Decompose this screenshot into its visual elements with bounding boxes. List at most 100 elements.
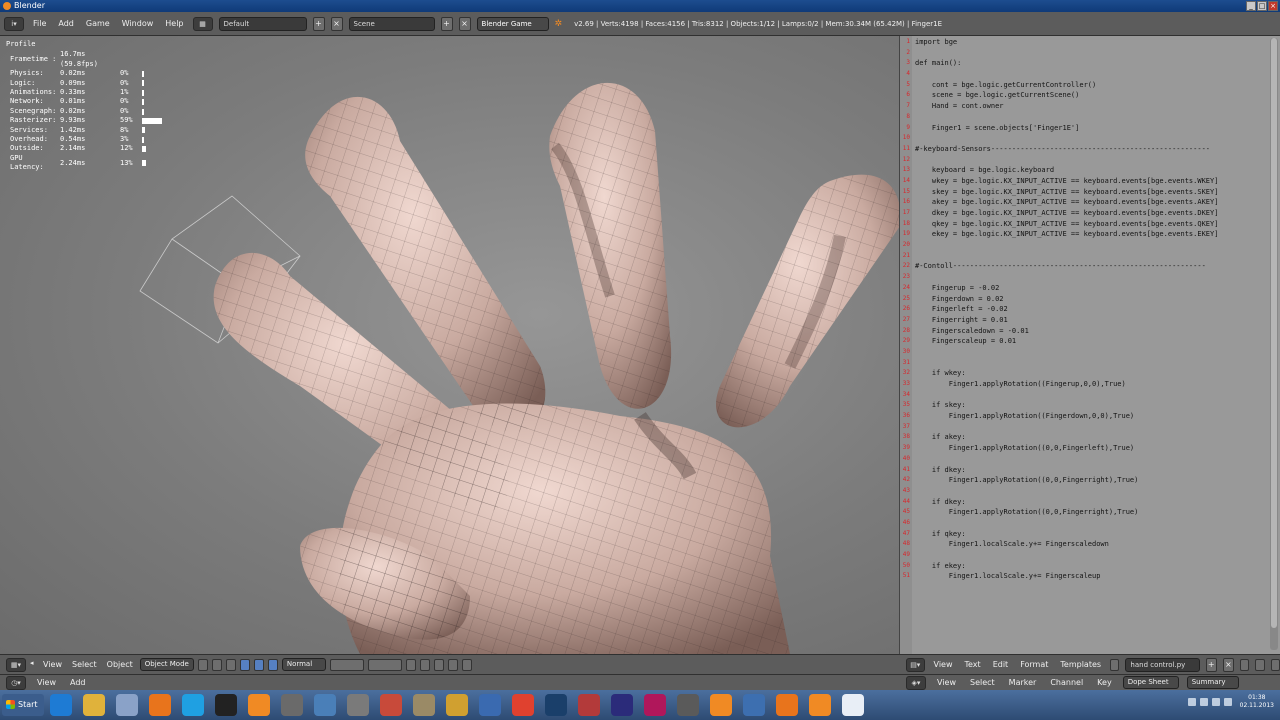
code-line[interactable]: 20 (900, 240, 1268, 251)
code-line[interactable]: 38 if akey: (900, 432, 1268, 443)
menu-file[interactable]: File (30, 19, 49, 28)
manipulator-toggle-icon[interactable] (225, 658, 236, 671)
add-scene-button[interactable]: + (440, 16, 453, 31)
code-text[interactable]: qkey = bge.logic.KX_INPUT_ACTIVE == keyb… (911, 219, 1219, 230)
dopesheet-menu-marker[interactable]: Marker (1006, 678, 1040, 687)
code-text[interactable]: Fingerscaleup = 0.01 (911, 336, 1016, 347)
editor-type-dopesheet-button[interactable]: ◈▾ (906, 675, 926, 690)
code-text[interactable]: if ekey: (911, 561, 966, 572)
dopesheet-mode-select[interactable]: Dope Sheet (1122, 676, 1179, 689)
screen-layout-field[interactable]: Default (218, 16, 307, 31)
viewport-menu-object[interactable]: Object (104, 660, 136, 669)
timeline-menu-add[interactable]: Add (67, 678, 89, 687)
code-line[interactable]: 1 import bge (900, 37, 1268, 48)
code-text[interactable]: Finger1.applyRotation((0,0,Fingerright),… (911, 507, 1139, 518)
code-text[interactable] (911, 69, 915, 80)
scene-field[interactable]: Scene (348, 16, 435, 31)
code-line[interactable]: 18 qkey = bge.logic.KX_INPUT_ACTIVE == k… (900, 219, 1268, 230)
code-text[interactable]: Fingerdown = 0.02 (911, 294, 1004, 305)
code-line[interactable]: 8 (900, 112, 1268, 123)
render-engine-select[interactable]: Blender Game (476, 16, 549, 31)
code-line[interactable]: 47 if qkey: (900, 529, 1268, 540)
code-line[interactable]: 15 skey = bge.logic.KX_INPUT_ACTIVE == k… (900, 187, 1268, 198)
media-icon[interactable] (115, 694, 138, 716)
code-line[interactable]: 36 Finger1.applyRotation((Fingerdown,0,0… (900, 411, 1268, 422)
rotate-manipulator-icon[interactable] (253, 658, 264, 671)
code-line[interactable]: 48 Finger1.localScale.y+= Fingerscaledow… (900, 539, 1268, 550)
code-line[interactable]: 44 if dkey: (900, 497, 1268, 508)
text-scrollbar-thumb[interactable] (1271, 38, 1277, 628)
menu-toggle-icon[interactable]: ◂ (30, 659, 36, 671)
code-text[interactable]: skey = bge.logic.KX_INPUT_ACTIVE == keyb… (911, 187, 1219, 198)
pivot-point-icon[interactable] (211, 658, 222, 671)
code-line[interactable]: 43 (900, 486, 1268, 497)
text-scrollbar[interactable] (1270, 38, 1278, 650)
text-editor[interactable]: 1 import bge 2 3 def main(): 4 5 cont = bge.lo… (900, 36, 1280, 654)
code-text[interactable]: if dkey: (911, 465, 966, 476)
code-text[interactable] (911, 347, 915, 358)
timeline-menu-view[interactable]: View (34, 678, 59, 687)
code-line[interactable]: 25 Fingerdown = 0.02 (900, 294, 1268, 305)
folder-icon[interactable] (82, 694, 105, 716)
code-line[interactable]: 34 (900, 390, 1268, 401)
code-line[interactable]: 27 Fingerright = 0.01 (900, 315, 1268, 326)
code-line[interactable]: 7 Hand = cont.owner (900, 101, 1268, 112)
code-text[interactable]: akey = bge.logic.KX_INPUT_ACTIVE == keyb… (911, 197, 1219, 208)
code-line[interactable]: 23 (900, 272, 1268, 283)
vlc-icon[interactable] (247, 694, 270, 716)
code-line[interactable]: 26 Fingerleft = -0.02 (900, 304, 1268, 315)
code-line[interactable]: 17 dkey = bge.logic.KX_INPUT_ACTIVE == k… (900, 208, 1268, 219)
code-text[interactable]: if dkey: (911, 497, 966, 508)
code-text[interactable]: cont = bge.logic.getCurrentController() (911, 80, 1096, 91)
code-text[interactable]: Fingerscaledown = -0.01 (911, 326, 1029, 337)
viewport-menu-select[interactable]: Select (69, 660, 100, 669)
code-line[interactable]: 28 Fingerscaledown = -0.01 (900, 326, 1268, 337)
code-text[interactable]: Finger1.applyRotation((0,0,Fingerleft),T… (911, 443, 1134, 454)
code-text[interactable] (911, 240, 915, 251)
code-text[interactable]: if skey: (911, 400, 966, 411)
code-line[interactable]: 10 (900, 133, 1268, 144)
layer-buttons-group-2[interactable] (367, 658, 402, 671)
text-menu-view[interactable]: View (931, 660, 956, 669)
editor-type-3d-button[interactable]: ▦▾ (6, 657, 26, 672)
syntax-highlight-toggle-icon[interactable] (1270, 658, 1280, 671)
code-text[interactable] (911, 518, 915, 529)
object-mode-select[interactable]: Object Mode (139, 658, 194, 671)
code-line[interactable]: 3 def main(): (900, 58, 1268, 69)
tools-icon[interactable] (346, 694, 369, 716)
code-line[interactable]: 14 wkey = bge.logic.KX_INPUT_ACTIVE == k… (900, 176, 1268, 187)
headphones-icon[interactable] (214, 694, 237, 716)
code-text[interactable]: keyboard = bge.logic.keyboard (911, 165, 1054, 176)
code-text[interactable] (911, 155, 915, 166)
code-text[interactable]: ekey = bge.logic.KX_INPUT_ACTIVE == keyb… (911, 229, 1219, 240)
code-text[interactable]: Finger1.localScale.y+= Fingerscaledown (911, 539, 1109, 550)
code-line[interactable]: 5 cont = bge.logic.getCurrentController(… (900, 80, 1268, 91)
usb-icon[interactable] (676, 694, 699, 716)
proportional-edit-icon[interactable] (419, 658, 430, 671)
code-line[interactable]: 22 #-Contoll-----------------------------… (900, 261, 1268, 272)
code-text[interactable]: Fingerup = -0.02 (911, 283, 999, 294)
code-text[interactable]: Finger1.applyRotation((Fingerup,0,0),Tru… (911, 379, 1126, 390)
scale-manipulator-icon[interactable] (267, 658, 278, 671)
code-text[interactable] (911, 454, 915, 465)
code-text[interactable]: Fingerright = 0.01 (911, 315, 1008, 326)
code-line[interactable]: 35 if skey: (900, 400, 1268, 411)
code-line[interactable]: 6 scene = bge.logic.getCurrentScene() (900, 90, 1268, 101)
file-icon[interactable] (841, 694, 864, 716)
code-text[interactable]: #-keyboard-Sensors----------------------… (911, 144, 1210, 155)
code-line[interactable]: 31 (900, 358, 1268, 369)
paint-icon[interactable] (445, 694, 468, 716)
blender-active-icon[interactable] (808, 694, 831, 716)
text-menu-format[interactable]: Format (1017, 660, 1051, 669)
code-line[interactable]: 30 (900, 347, 1268, 358)
dopesheet-menu-key[interactable]: Key (1094, 678, 1115, 687)
calendar-icon[interactable] (379, 694, 402, 716)
viewport-shading-icon[interactable] (197, 658, 208, 671)
code-text[interactable]: #-Contoll-------------------------------… (911, 261, 1206, 272)
code-text[interactable] (911, 112, 915, 123)
photoshop-icon[interactable] (610, 694, 633, 716)
archive-icon[interactable] (280, 694, 303, 716)
code-line[interactable]: 13 keyboard = bge.logic.keyboard (900, 165, 1268, 176)
transform-orientation-select[interactable]: Normal (281, 658, 326, 671)
firefox-icon-2[interactable] (775, 694, 798, 716)
